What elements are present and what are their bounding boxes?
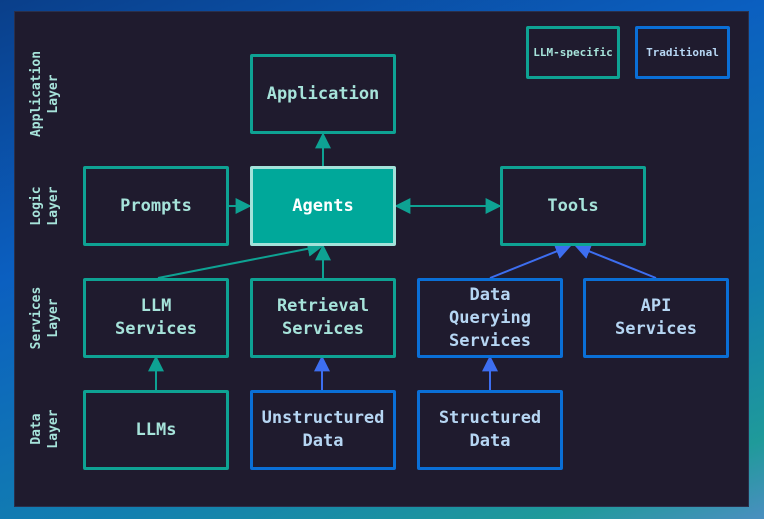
node-application: Application — [250, 54, 396, 134]
node-llms: LLMs — [83, 390, 229, 470]
node-data-querying-services: Data Querying Services — [417, 278, 563, 358]
layer-label-application: Application Layer — [29, 50, 61, 138]
layer-label-logic: Logic Layer — [29, 186, 61, 226]
node-llm-services: LLM Services — [83, 278, 229, 358]
node-unstructured-data: Unstructured Data — [250, 390, 396, 470]
node-structured-data: Structured Data — [417, 390, 563, 470]
node-api-services: API Services — [583, 278, 729, 358]
legend-llm-specific: LLM-specific — [526, 26, 620, 79]
layer-label-services: Services Layer — [29, 286, 61, 350]
legend-traditional-label: Traditional — [646, 46, 719, 59]
legend-llm-specific-label: LLM-specific — [533, 46, 613, 59]
legend-traditional: Traditional — [635, 26, 730, 79]
node-agents: Agents — [250, 166, 396, 246]
node-prompts: Prompts — [83, 166, 229, 246]
node-retrieval-services: Retrieval Services — [250, 278, 396, 358]
layer-label-data: Data Layer — [29, 409, 61, 449]
node-tools: Tools — [500, 166, 646, 246]
